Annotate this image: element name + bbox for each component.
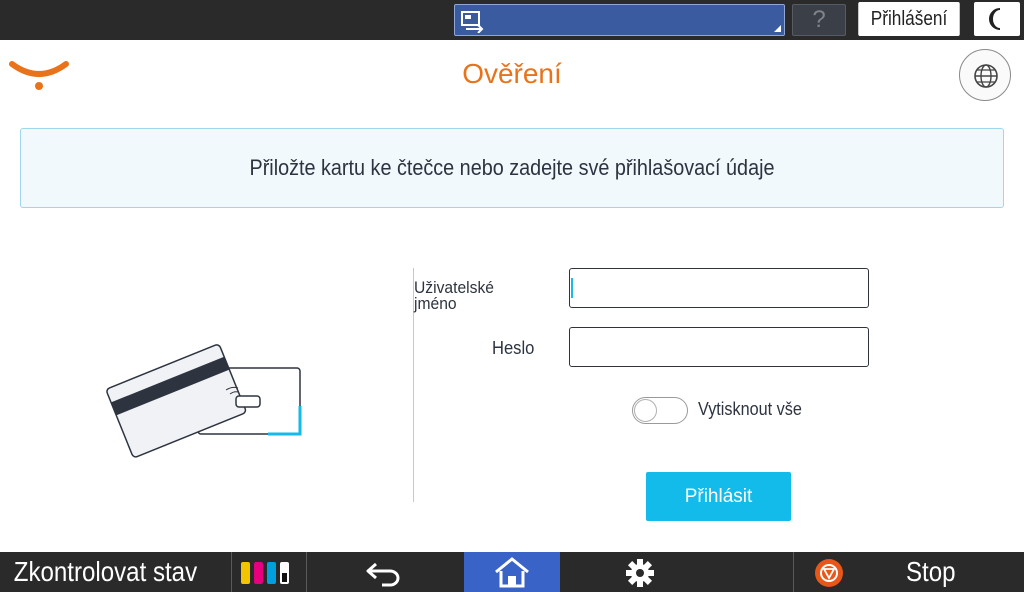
page-title: Ověření [462,58,562,89]
toggle-knob [634,399,657,422]
stop-button[interactable]: Stop [906,552,956,592]
text-cursor [571,278,573,298]
language-button[interactable] [959,49,1011,101]
top-bar: ? Přihlášení [0,0,1024,40]
username-label: Uživatelské jméno [414,278,494,313]
toner-levels-icon[interactable] [240,561,292,585]
night-mode-button[interactable] [974,2,1020,36]
password-input[interactable] [569,327,869,367]
help-button[interactable]: ? [792,4,846,36]
login-top-button[interactable]: Přihlášení [858,2,960,36]
login-button[interactable]: Přihlásit [646,472,791,521]
password-label: Heslo [492,338,535,358]
dropdown-corner-icon [774,25,781,32]
remote-connect-icon [461,11,484,33]
back-arrow-icon[interactable] [364,558,404,588]
source-selector[interactable] [454,4,785,36]
bar-separator [306,552,307,592]
username-input[interactable] [569,268,869,308]
globe-icon [974,64,998,88]
home-button[interactable] [464,552,560,592]
bar-separator [793,552,794,592]
instruction-text: Přiložte kartu ke čtečce nebo zadejte sv… [249,155,775,180]
card-reader-illustration [106,344,302,458]
stop-icon[interactable] [814,558,844,588]
gear-icon[interactable] [624,558,656,588]
print-all-label: Vytisknout vše [698,399,802,419]
home-icon [495,557,529,588]
bottom-bar: Zkontrolovat stav Stop [0,552,1024,592]
bar-separator [231,552,232,592]
moon-icon [989,8,1001,30]
instruction-banner: Přiložte kartu ke čtečce nebo zadejte sv… [20,128,1004,208]
check-status-button[interactable]: Zkontrolovat stav [0,552,198,592]
print-all-toggle[interactable] [632,397,688,424]
